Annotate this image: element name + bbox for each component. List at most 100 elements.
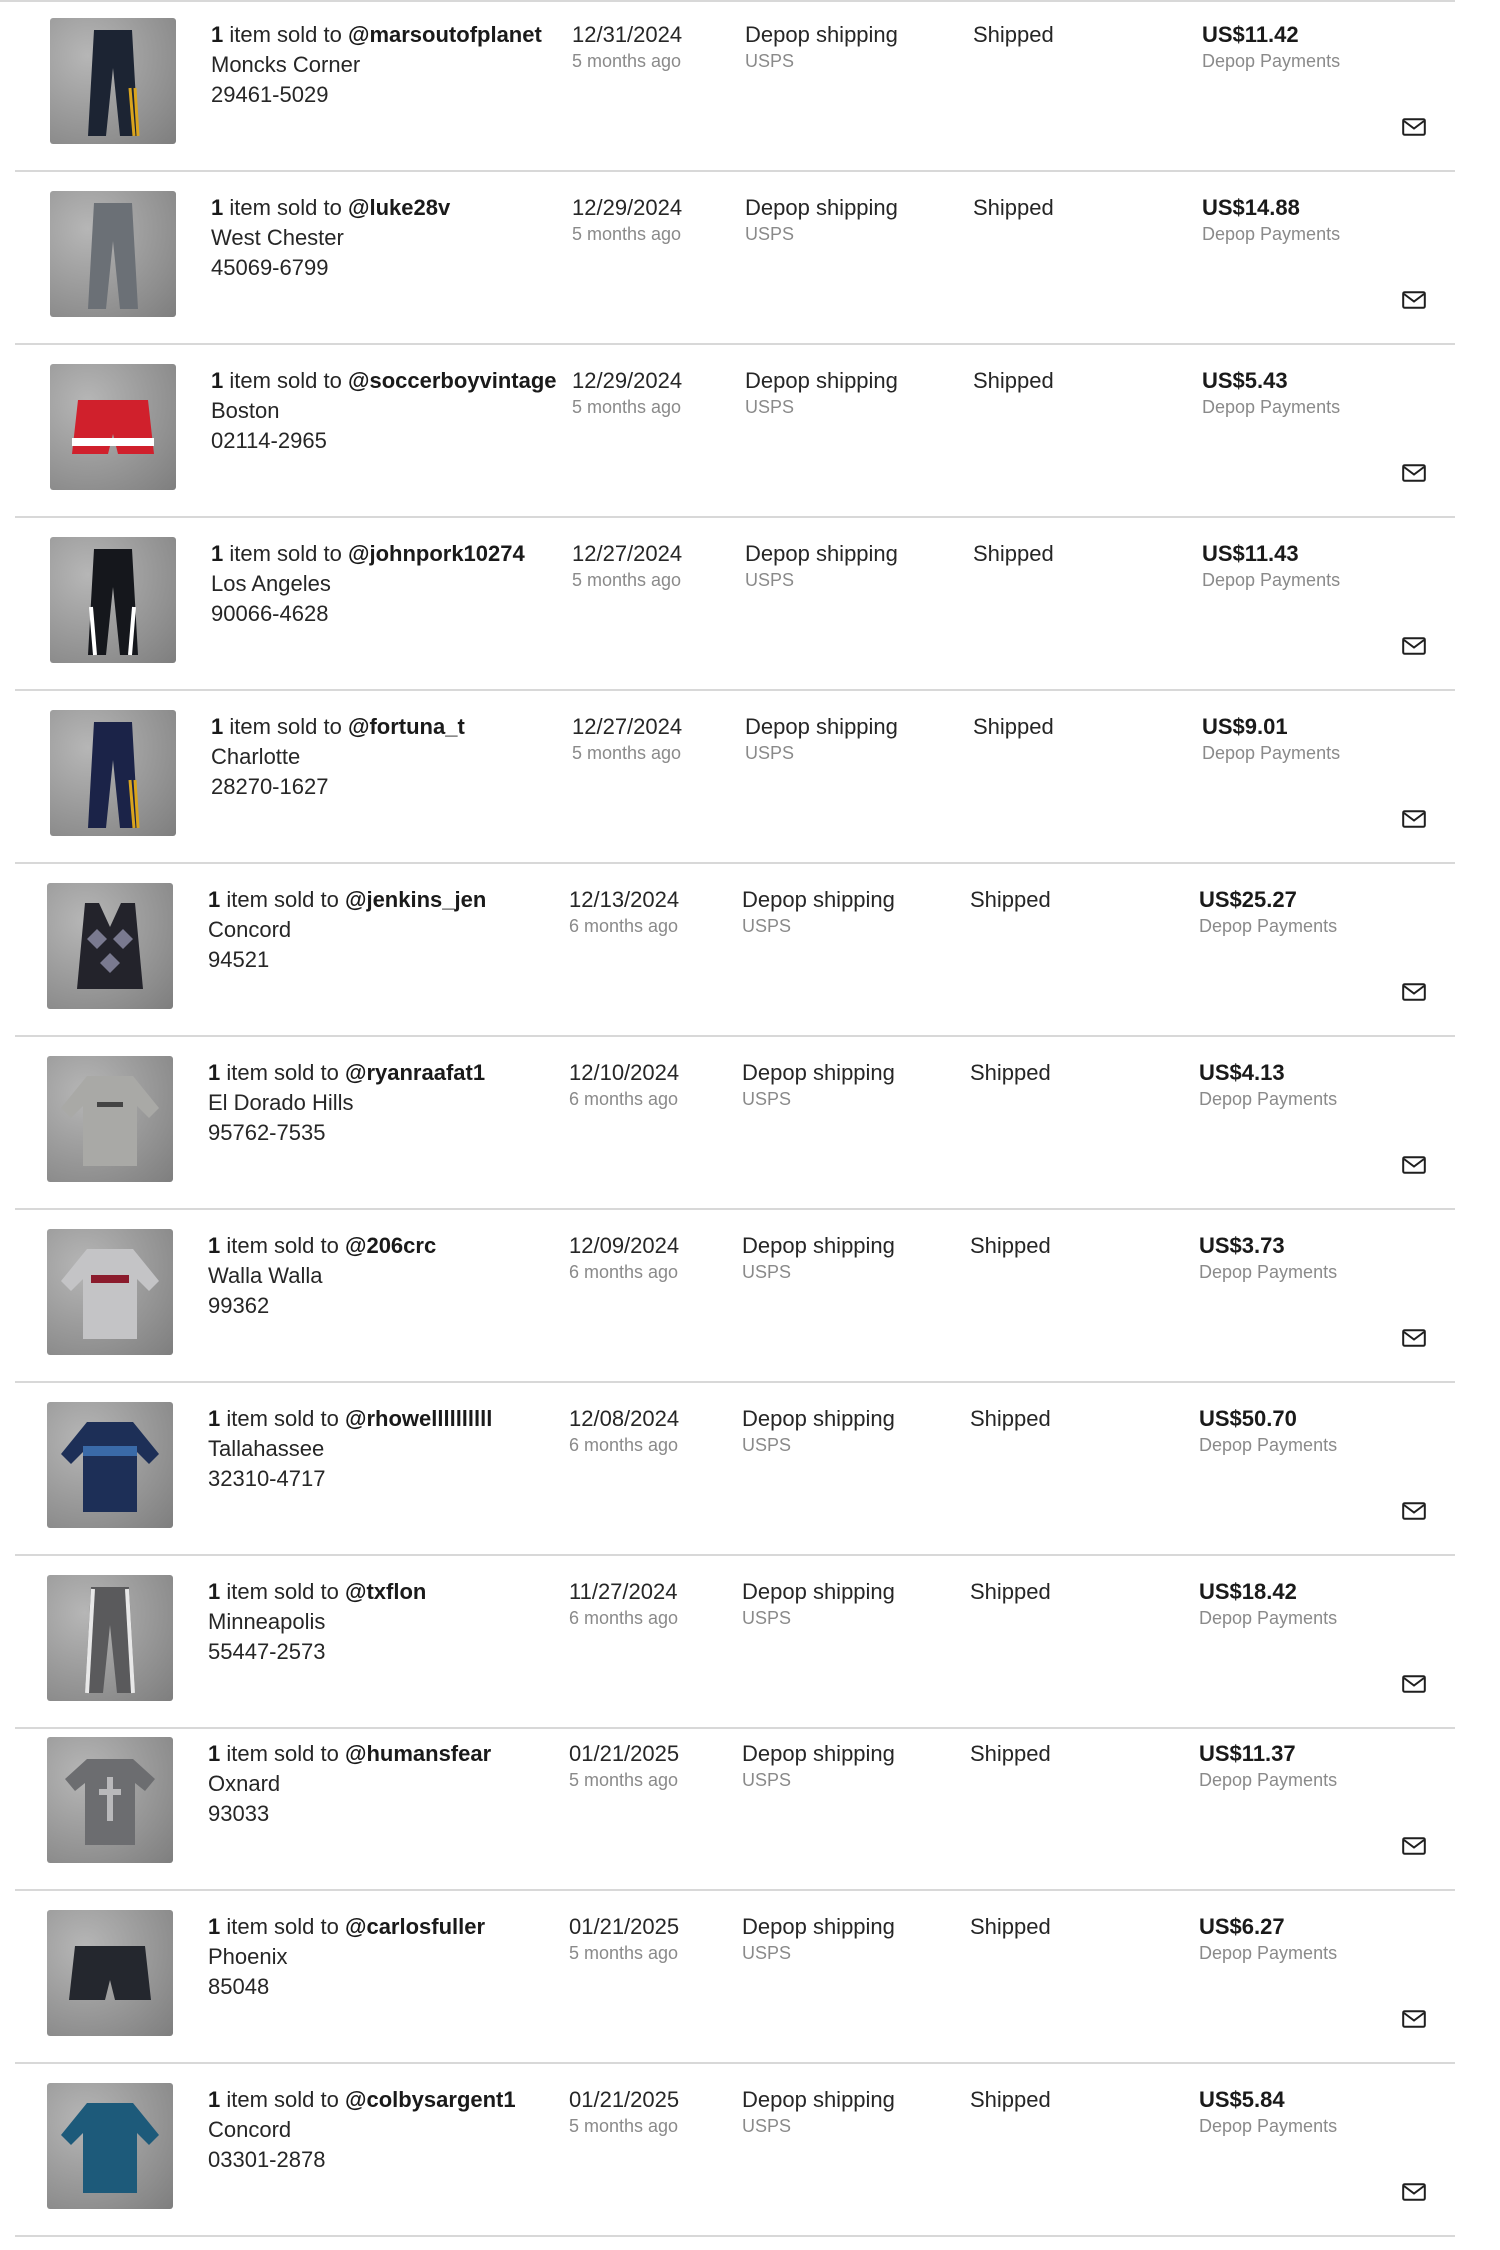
order-row[interactable]: 1 item sold to @colbysargent1 Concord 03…: [0, 2065, 1500, 2237]
sold-to-line: 1 item sold to @johnpork10274: [211, 539, 571, 569]
status-badge: Shipped: [973, 195, 1054, 220]
price-value: US$11.42: [1202, 22, 1299, 47]
row-divider: [15, 862, 1455, 864]
item-thumbnail[interactable]: [47, 1737, 173, 1863]
item-thumbnail[interactable]: [50, 191, 176, 317]
item-thumbnail[interactable]: [47, 1229, 173, 1355]
buyer-info: 1 item sold to @colbysargent1 Concord 03…: [208, 2085, 568, 2175]
sale-date-relative: 5 months ago: [569, 1770, 679, 1790]
price-value: US$11.37: [1199, 1741, 1296, 1766]
payment-method: Depop Payments: [1199, 2116, 1338, 2136]
item-thumbnail[interactable]: [47, 1056, 173, 1182]
order-row[interactable]: 1 item sold to @206crc Walla Walla 99362…: [0, 1211, 1500, 1383]
order-row[interactable]: 1 item sold to @marsoutofplanet Moncks C…: [0, 0, 1500, 172]
buyer-username[interactable]: @johnpork10274: [348, 541, 525, 566]
buyer-zip: 02114-2965: [211, 428, 327, 453]
payment-method: Depop Payments: [1199, 1943, 1338, 1963]
mail-icon[interactable]: [1402, 1156, 1426, 1174]
order-row[interactable]: 1 item sold to @carlosfuller Phoenix 850…: [0, 1892, 1500, 2064]
status-badge: Shipped: [973, 714, 1054, 739]
shipping-method: Depop shipping USPS: [742, 1577, 895, 1629]
buyer-zip: 85048: [208, 1974, 270, 1999]
buyer-username[interactable]: @jenkins_jen: [345, 887, 486, 912]
mail-icon[interactable]: [1402, 983, 1426, 1001]
buyer-city: Phoenix: [208, 1944, 288, 1969]
item-thumbnail[interactable]: [47, 2083, 173, 2209]
buyer-username[interactable]: @ryanraafat1: [345, 1060, 485, 1085]
shipping-method: Depop shipping USPS: [745, 539, 898, 591]
buyer-username[interactable]: @206crc: [345, 1233, 436, 1258]
sale-date: 12/31/2024 5 months ago: [572, 20, 682, 72]
mail-icon[interactable]: [1402, 1675, 1426, 1693]
price-value: US$6.27: [1199, 1914, 1285, 1939]
buyer-city: Walla Walla: [208, 1263, 323, 1288]
shipping-method: Depop shipping USPS: [742, 1404, 895, 1456]
order-price: US$11.42 Depop Payments: [1202, 20, 1340, 72]
buyer-zip: 32310-4717: [208, 1466, 326, 1491]
order-row[interactable]: 1 item sold to @soccerboyvintage Boston …: [0, 346, 1500, 518]
order-row[interactable]: 1 item sold to @rhowellllllllll Tallahas…: [0, 1384, 1500, 1556]
shipping-carrier: USPS: [742, 2116, 792, 2136]
buyer-city: Los Angeles: [211, 571, 331, 596]
mail-icon[interactable]: [1402, 2010, 1426, 2028]
shipping-carrier: USPS: [742, 1608, 792, 1628]
sale-date: 11/27/2024 6 months ago: [569, 1577, 678, 1629]
order-price: US$4.13 Depop Payments: [1199, 1058, 1337, 1110]
payment-method: Depop Payments: [1202, 224, 1341, 244]
item-thumbnail[interactable]: [47, 1575, 173, 1701]
mail-icon[interactable]: [1402, 291, 1426, 309]
sale-date: 12/29/2024 5 months ago: [572, 193, 682, 245]
status-badge: Shipped: [970, 1741, 1051, 1766]
status-badge: Shipped: [970, 887, 1051, 912]
mail-icon[interactable]: [1402, 2183, 1426, 2201]
sale-date: 12/27/2024 5 months ago: [572, 712, 682, 764]
row-divider: [15, 2062, 1455, 2064]
status-badge: Shipped: [973, 368, 1054, 393]
order-row[interactable]: 1 item sold to @fortuna_t Charlotte 2827…: [0, 692, 1500, 864]
buyer-username[interactable]: @fortuna_t: [348, 714, 465, 739]
price-value: US$11.43: [1202, 541, 1299, 566]
shipping-carrier: USPS: [742, 1089, 792, 1109]
order-row[interactable]: 1 item sold to @ryanraafat1 El Dorado Hi…: [0, 1038, 1500, 1210]
buyer-username[interactable]: @rhowellllllllll: [345, 1406, 492, 1431]
item-thumbnail[interactable]: [50, 364, 176, 490]
buyer-username[interactable]: @carlosfuller: [345, 1914, 485, 1939]
order-row[interactable]: 1 item sold to @humansfear Oxnard 93033 …: [0, 1719, 1500, 1891]
shipping-provider: Depop shipping: [745, 195, 898, 220]
sold-to-text: item sold to: [226, 2087, 339, 2112]
item-thumbnail[interactable]: [50, 537, 176, 663]
row-divider: [15, 1035, 1455, 1037]
mail-icon[interactable]: [1402, 1329, 1426, 1347]
mail-icon[interactable]: [1402, 464, 1426, 482]
mail-icon[interactable]: [1402, 1837, 1426, 1855]
sold-to-text: item sold to: [229, 714, 342, 739]
sale-date-value: 12/10/2024: [569, 1060, 680, 1085]
item-thumbnail[interactable]: [50, 18, 176, 144]
buyer-username[interactable]: @txflon: [345, 1579, 426, 1604]
row-divider: [15, 689, 1455, 691]
item-thumbnail[interactable]: [47, 1910, 173, 2036]
buyer-city: El Dorado Hills: [208, 1090, 354, 1115]
buyer-zip: 99362: [208, 1293, 270, 1318]
mail-icon[interactable]: [1402, 118, 1426, 136]
order-row[interactable]: 1 item sold to @johnpork10274 Los Angele…: [0, 519, 1500, 691]
mail-icon[interactable]: [1402, 810, 1426, 828]
sold-to-text: item sold to: [229, 195, 342, 220]
buyer-username[interactable]: @humansfear: [345, 1741, 491, 1766]
mail-icon[interactable]: [1402, 637, 1426, 655]
order-row[interactable]: 1 item sold to @luke28v West Chester 450…: [0, 173, 1500, 345]
item-count: 1: [211, 368, 224, 393]
buyer-username[interactable]: @marsoutofplanet: [348, 22, 542, 47]
order-row[interactable]: 1 item sold to @jenkins_jen Concord 9452…: [0, 865, 1500, 1037]
buyer-username[interactable]: @luke28v: [348, 195, 450, 220]
row-divider: [15, 170, 1455, 172]
buyer-info: 1 item sold to @rhowellllllllll Tallahas…: [208, 1404, 568, 1494]
row-divider: [15, 1554, 1455, 1556]
buyer-username[interactable]: @soccerboyvintage: [348, 368, 557, 393]
order-row[interactable]: 1 item sold to @txflon Minneapolis 55447…: [0, 1557, 1500, 1729]
item-thumbnail[interactable]: [50, 710, 176, 836]
item-thumbnail[interactable]: [47, 883, 173, 1009]
mail-icon[interactable]: [1402, 1502, 1426, 1520]
buyer-username[interactable]: @colbysargent1: [345, 2087, 516, 2112]
item-thumbnail[interactable]: [47, 1402, 173, 1528]
